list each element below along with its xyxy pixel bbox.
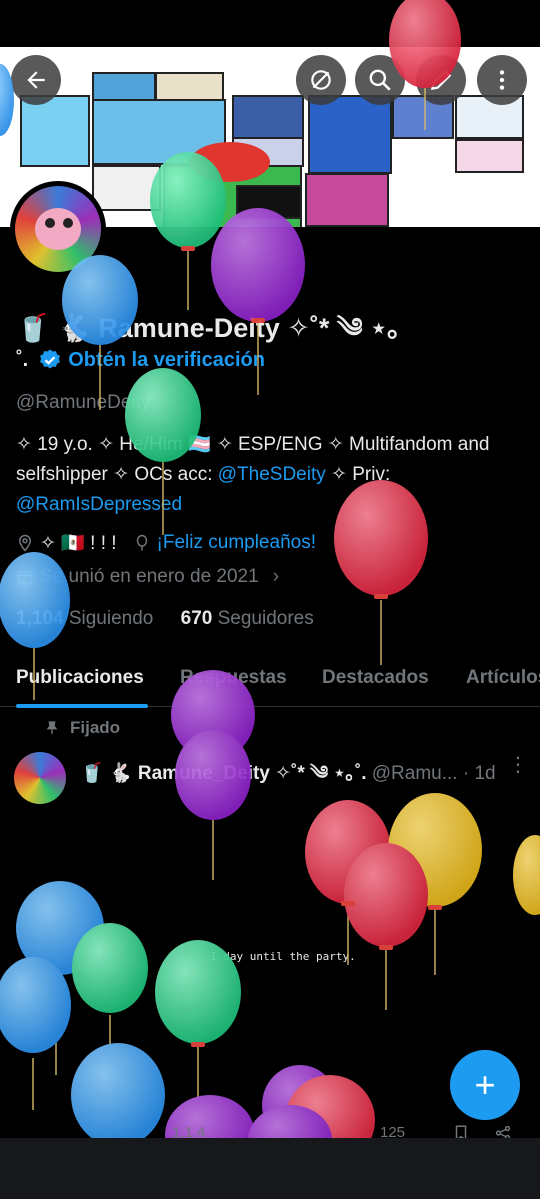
- bottom-navigation-bar: [0, 1138, 540, 1199]
- chevron-right-icon[interactable]: ›: [273, 566, 279, 588]
- tab-highlights[interactable]: Destacados: [322, 667, 429, 689]
- profile-avatar[interactable]: [15, 186, 101, 272]
- followers-label: Seguidores: [217, 608, 314, 629]
- profile-bio: ✧ 19 y.o. ✧ He/Him 🏳️‍⚧️ ✧ ESP/ENG ✧ Mul…: [16, 430, 521, 520]
- post-author-avatar[interactable]: [14, 752, 66, 804]
- joined-date: Se unió en enero de 2021: [40, 566, 259, 587]
- pinned-indicator: Fijado: [44, 718, 120, 738]
- profile-meta-row: ✧ 🇲🇽 ! ! ! ¡Feliz cumpleaños!: [16, 531, 316, 555]
- back-button[interactable]: [11, 55, 61, 105]
- more-options-button[interactable]: [477, 55, 527, 105]
- post-author-handle: @Ramu...: [371, 763, 458, 784]
- edit-profile-button[interactable]: [416, 55, 466, 105]
- status-bar-area: [0, 0, 540, 47]
- following-link[interactable]: 1,104 Siguiendo: [16, 608, 153, 629]
- followers-count: 670: [180, 608, 213, 629]
- followers-link[interactable]: 670 Seguidores: [181, 608, 314, 629]
- pinned-label: Fijado: [70, 718, 121, 737]
- plus-icon: +: [474, 1064, 496, 1105]
- profile-handle: @RamuneDeity: [16, 392, 151, 413]
- more-vertical-icon: [499, 70, 505, 90]
- pin-icon: [46, 721, 58, 734]
- bio-text-2: ✧ Priv:: [325, 464, 391, 485]
- balloon-icon: [136, 534, 147, 551]
- profile-avatar-frame: [10, 181, 106, 277]
- verified-badge-icon: [40, 349, 61, 369]
- calendar-icon: [17, 571, 33, 585]
- following-count: 1,104: [16, 608, 64, 629]
- tab-posts[interactable]: Publicaciones: [16, 667, 144, 689]
- verification-row: ˚. Obtén la verificación: [16, 348, 265, 372]
- location-icon: [18, 534, 32, 552]
- post-more-icon[interactable]: ⋮: [508, 752, 528, 777]
- active-tab-indicator: [16, 704, 148, 708]
- tab-replies[interactable]: Respuestas: [180, 667, 287, 689]
- sensitive-toggle-button[interactable]: [296, 55, 346, 105]
- post-header: 🥤 🐇 Ramune_Deity ✧˚* ༄ ⋆｡˚. @Ramu... · 1…: [80, 751, 496, 805]
- search-icon: [369, 69, 391, 91]
- edit-icon: [430, 69, 452, 91]
- following-label: Siguiendo: [68, 608, 154, 629]
- compose-post-button[interactable]: +: [450, 1050, 520, 1120]
- back-arrow-icon: [27, 71, 45, 89]
- profile-location: ✧ 🇲🇽 ! ! !: [40, 533, 117, 554]
- follow-counts: 1,104 Siguiendo 670 Seguidores: [16, 608, 314, 630]
- no-sensitive-icon: [311, 70, 331, 90]
- post-author-name[interactable]: 🥤 🐇 Ramune_Deity ✧˚* ༄ ⋆｡˚.: [80, 763, 366, 784]
- get-verified-link[interactable]: Obtén la verificación: [68, 349, 265, 372]
- post-text: 1 day until the party.: [210, 950, 356, 963]
- bio-link-oc-account[interactable]: @TheSDeity: [218, 464, 326, 485]
- profile-joined-row: Se unió en enero de 2021 ›: [16, 566, 279, 588]
- bio-link-priv-account[interactable]: @RamIsDepressed: [16, 494, 182, 515]
- tab-articles[interactable]: Artículos: [466, 667, 540, 689]
- birthday-link[interactable]: ¡Feliz cumpleaños!: [157, 532, 316, 554]
- profile-tabs: Publicaciones Respuestas Destacados Artí…: [0, 660, 540, 708]
- post-time: · 1d: [462, 763, 496, 784]
- search-button[interactable]: [355, 55, 405, 105]
- name-tail: ˚.: [16, 348, 29, 371]
